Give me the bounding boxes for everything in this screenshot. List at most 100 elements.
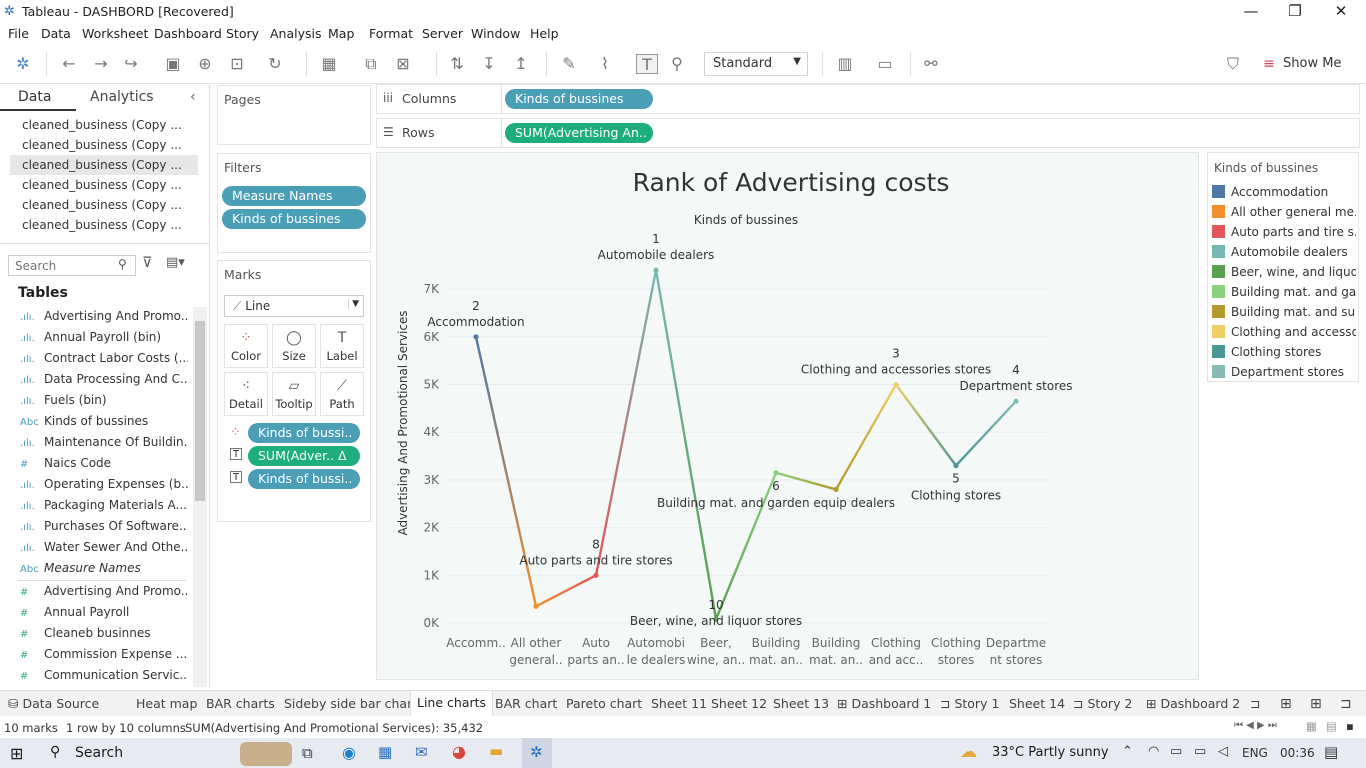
columns-pill[interactable]: Kinds of bussines <box>505 89 653 109</box>
language-indicator[interactable]: ENG <box>1242 746 1268 760</box>
pause-updates-icon[interactable]: ⊡ <box>226 54 248 74</box>
tab-heat-map[interactable]: Heat map <box>136 696 197 711</box>
collapse-pane-icon[interactable]: ‹ <box>190 89 196 105</box>
share-icon[interactable]: ⚯ <box>920 54 942 74</box>
size-button[interactable]: ◯ Size <box>272 324 316 368</box>
datasource-item[interactable]: cleaned_business (Copy ... <box>22 158 192 172</box>
label-button[interactable]: T Label <box>320 324 364 368</box>
data-point[interactable] <box>773 470 779 476</box>
legend-item[interactable]: Auto parts and tire s.. <box>1212 225 1356 239</box>
rows-pill[interactable]: SUM(Advertising An.. <box>505 123 653 143</box>
field-item[interactable]: .ılı. Contract Labor Costs (... <box>20 351 188 365</box>
tab-data[interactable]: Data <box>18 89 51 105</box>
pages-card[interactable]: Pages <box>217 85 371 145</box>
fields-scrollbar[interactable] <box>193 307 207 687</box>
battery-icon[interactable]: ▭ <box>1194 744 1206 759</box>
line-chart[interactable]: Rank of Advertising costs Kinds of bussi… <box>377 153 1198 679</box>
wifi-icon[interactable]: ◠ <box>1148 744 1159 759</box>
series-line-segment[interactable] <box>954 400 1018 467</box>
field-item[interactable]: .ılı. Operating Expenses (b... <box>20 477 188 491</box>
redo-icon[interactable]: → <box>90 54 112 74</box>
viz-area[interactable]: Rank of Advertising costs Kinds of bussi… <box>376 152 1199 680</box>
color-button[interactable]: ⁘ Color <box>224 324 268 368</box>
show-me-icon[interactable]: ≡ <box>1258 54 1280 74</box>
series-line-segment[interactable] <box>534 574 598 608</box>
highlight-icon[interactable]: ✎ <box>558 54 580 74</box>
series-line-segment[interactable] <box>714 471 778 621</box>
pin-icon[interactable]: ⚲ <box>666 54 688 74</box>
series-line-segment[interactable] <box>594 268 658 577</box>
minimize-button[interactable]: — <box>1236 2 1266 22</box>
tab-sideby-side-bar-chart[interactable]: Sideby side bar chart <box>284 696 417 711</box>
measure-item[interactable]: # Annual Payroll <box>20 605 188 619</box>
sort-descending-icon[interactable]: ↥ <box>510 54 532 74</box>
meet-icon[interactable]: ▭ <box>1170 744 1182 759</box>
menu-map[interactable]: Map <box>328 26 354 41</box>
new-datasource-icon[interactable]: ⊕ <box>194 54 216 74</box>
tab-story-1[interactable]: ⊐ Story 1 <box>940 696 999 711</box>
tableau-home-icon[interactable]: ✲ <box>12 54 34 74</box>
series-line-segment[interactable] <box>894 383 958 467</box>
tab-sheet-12[interactable]: Sheet 12 <box>711 696 767 711</box>
data-point[interactable] <box>833 486 839 493</box>
group-icon[interactable]: ⌇ <box>594 54 616 74</box>
marks-pill-color[interactable]: Kinds of bussi.. <box>248 423 360 443</box>
data-point[interactable] <box>653 267 659 273</box>
field-item[interactable]: .ılı. Packaging Materials A... <box>20 498 188 512</box>
tab-line-charts[interactable]: Line charts <box>410 691 494 716</box>
swap-axes-icon[interactable]: ⇅ <box>446 54 468 74</box>
file-explorer-icon[interactable]: ▬ <box>489 742 503 760</box>
measure-item[interactable]: # Commission Expense ... <box>20 647 188 661</box>
menu-file[interactable]: File <box>8 26 29 41</box>
marks-pill-label-kind[interactable]: Kinds of bussi.. <box>248 469 360 489</box>
field-item[interactable]: Abc Kinds of bussines <box>20 414 188 428</box>
series-line-segment[interactable] <box>774 471 838 491</box>
mark-type-select[interactable]: ⟋ Line ▼ <box>224 295 364 317</box>
rows-shelf[interactable]: ☰ Rows SUM(Advertising An.. <box>376 118 1360 148</box>
field-item[interactable]: .ılı. Advertising And Promo... <box>20 309 188 323</box>
field-item[interactable]: .ılı. Annual Payroll (bin) <box>20 330 188 344</box>
tab-sheet-14[interactable]: Sheet 14 <box>1009 696 1065 711</box>
fit-select[interactable]: Standard ▼ <box>704 52 808 76</box>
new-dashboard-icon[interactable]: ⊞ <box>1310 696 1322 712</box>
sheet-sorter-icon[interactable]: ▦ <box>1306 719 1317 733</box>
taskbar-search[interactable]: Search <box>75 745 123 761</box>
undo-icon[interactable]: ← <box>58 54 80 74</box>
store-icon[interactable]: ▦ <box>378 743 392 761</box>
measure-item[interactable]: # Advertising And Promo... <box>20 584 188 598</box>
scrollbar-thumb[interactable] <box>195 321 205 501</box>
chevron-up-icon[interactable]: ⌃ <box>1122 744 1133 759</box>
clear-sheet-icon[interactable]: ⊠ <box>392 54 414 74</box>
legend-item[interactable]: Beer, wine, and liquo.. <box>1212 265 1356 279</box>
filmstrip-icon[interactable]: ▤ <box>1326 719 1337 733</box>
search-input[interactable] <box>8 255 136 276</box>
mail-icon[interactable]: ✉ <box>415 743 428 761</box>
clock[interactable]: 00:36 <box>1280 746 1315 760</box>
format-painter-icon[interactable]: ⛉ <box>1222 54 1244 74</box>
legend-item[interactable]: Department stores <box>1212 365 1356 379</box>
tab-story-2[interactable]: ⊐ Story 2 <box>1073 696 1132 711</box>
datasource-item[interactable]: cleaned_business (Copy ... <box>22 118 192 132</box>
field-item[interactable]: .ılı. Purchases Of Software... <box>20 519 188 533</box>
weather-text[interactable]: 33°C Partly sunny <box>992 745 1109 760</box>
tabs-view-icon[interactable]: ▪ <box>1346 719 1354 733</box>
data-point[interactable] <box>533 603 539 609</box>
filter-pill-kinds-of-business[interactable]: Kinds of bussines <box>222 209 366 229</box>
data-point[interactable] <box>953 463 959 469</box>
show-me-button[interactable]: Show Me <box>1283 56 1341 71</box>
presentation-icon[interactable]: ▭ <box>874 54 896 74</box>
series-line-segment[interactable] <box>834 383 898 491</box>
field-item[interactable]: .ılı. Data Processing And C... <box>20 372 188 386</box>
new-story-icon[interactable]: ⊐ <box>1340 696 1352 712</box>
field-item[interactable]: Abc Measure Names <box>20 561 188 575</box>
path-button[interactable]: ⟋ Path <box>320 372 364 416</box>
duplicate-sheet-icon[interactable]: ⧉ <box>360 54 382 74</box>
filters-card[interactable]: Filters Measure Names Kinds of bussines <box>217 153 371 253</box>
marks-pill-label-sum[interactable]: SUM(Adver.. Δ <box>248 446 360 466</box>
legend-item[interactable]: Building mat. and ga.. <box>1212 285 1356 299</box>
data-point[interactable] <box>1013 398 1019 404</box>
tab-dashboard-1[interactable]: ⊞ Dashboard 1 <box>837 696 931 711</box>
sort-ascending-icon[interactable]: ↧ <box>478 54 500 74</box>
menu-help[interactable]: Help <box>530 26 559 41</box>
legend-item[interactable]: Clothing stores <box>1212 345 1356 359</box>
